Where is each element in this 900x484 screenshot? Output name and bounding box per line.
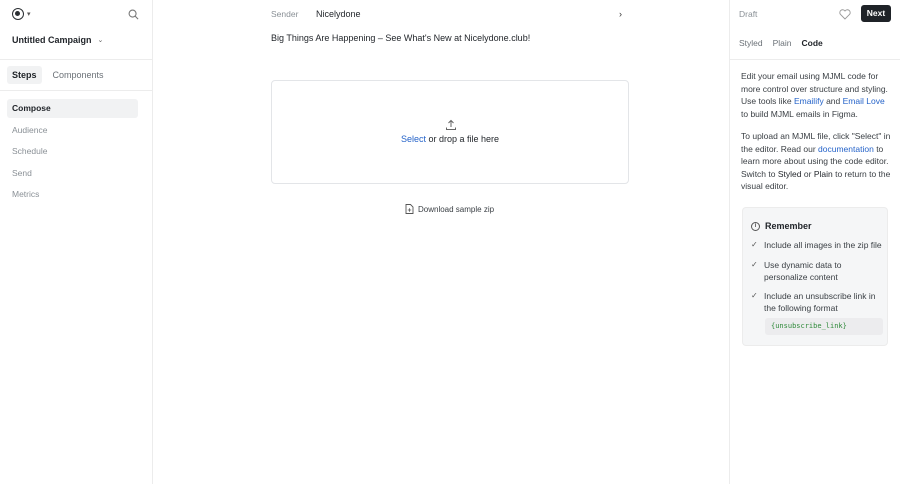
remember-box: i Remember ✓ Include all images in the z… bbox=[742, 207, 888, 346]
workspace-logo-icon bbox=[12, 8, 24, 20]
divider bbox=[0, 59, 152, 60]
sidebar-tabs: Steps Components bbox=[7, 66, 109, 84]
document-icon bbox=[405, 204, 414, 214]
campaign-title[interactable]: Untitled Campaign ⌄ bbox=[12, 35, 103, 45]
step-compose[interactable]: Compose bbox=[7, 99, 138, 118]
next-button[interactable]: Next bbox=[861, 5, 891, 22]
sender-label: Sender bbox=[271, 9, 299, 19]
steps-list: Compose Audience Schedule Send Metrics bbox=[7, 99, 138, 207]
intro-text-part: and bbox=[826, 96, 841, 107]
tab-styled[interactable]: Styled bbox=[739, 38, 763, 48]
left-sidebar: ▾ Untitled Campaign ⌄ Steps Components C… bbox=[0, 0, 153, 484]
workspace-switcher[interactable]: ▾ bbox=[12, 8, 31, 20]
file-dropzone[interactable]: Select or drop a file here bbox=[271, 80, 629, 184]
divider bbox=[730, 59, 900, 60]
divider bbox=[0, 90, 152, 91]
styled-link[interactable]: Styled bbox=[778, 169, 802, 179]
plain-link[interactable]: Plain bbox=[814, 169, 833, 179]
step-audience[interactable]: Audience bbox=[7, 121, 138, 140]
dropzone-label: or drop a file here bbox=[428, 134, 500, 144]
tab-plain[interactable]: Plain bbox=[773, 38, 792, 48]
tab-steps[interactable]: Steps bbox=[7, 66, 42, 84]
search-icon[interactable] bbox=[128, 9, 139, 20]
list-item-text: Include an unsubscribe link in the follo… bbox=[764, 291, 876, 313]
info-icon: i bbox=[751, 221, 760, 231]
intro-text-part: to build MJML emails in Figma. bbox=[741, 108, 858, 119]
campaign-name: Untitled Campaign bbox=[12, 35, 92, 45]
emailify-link[interactable]: Emailify bbox=[794, 96, 824, 106]
remember-title: Remember bbox=[765, 221, 812, 231]
remember-header: i Remember bbox=[751, 221, 812, 231]
list-item: ✓ Include an unsubscribe link in the fol… bbox=[751, 290, 885, 314]
upload-help-text: To upload an MJML file, click "Select" i… bbox=[741, 130, 891, 193]
unsubscribe-code-snippet: {unsubscribe_link} bbox=[765, 318, 883, 335]
editor-area: Sender Nicelydone › Big Things Are Happe… bbox=[153, 0, 729, 484]
chevron-right-icon[interactable]: › bbox=[619, 9, 622, 19]
dropzone-text: Select or drop a file here bbox=[272, 134, 628, 144]
documentation-link[interactable]: documentation bbox=[818, 144, 874, 154]
sender-field[interactable]: Nicelydone bbox=[316, 9, 361, 19]
subject-field[interactable]: Big Things Are Happening – See What's Ne… bbox=[271, 33, 530, 43]
tab-components[interactable]: Components bbox=[48, 66, 109, 84]
download-sample-zip-link[interactable]: Download sample zip bbox=[405, 204, 494, 214]
list-item: ✓ Include all images in the zip file bbox=[751, 239, 885, 251]
editor-mode-tabs: Styled Plain Code bbox=[739, 38, 823, 48]
intro-text: Edit your email using MJML code for more… bbox=[741, 70, 891, 120]
help-text-part: or bbox=[803, 168, 812, 179]
check-icon: ✓ bbox=[751, 260, 758, 269]
download-label: Download sample zip bbox=[418, 204, 495, 214]
chevron-down-icon: ⌄ bbox=[97, 37, 104, 44]
email-love-link[interactable]: Email Love bbox=[843, 96, 885, 106]
list-item-text: Include all images in the zip file bbox=[764, 240, 882, 250]
status-badge: Draft bbox=[739, 9, 758, 19]
select-file-link[interactable]: Select bbox=[401, 134, 426, 144]
upload-icon bbox=[446, 119, 456, 130]
step-send[interactable]: Send bbox=[7, 164, 138, 183]
heart-icon[interactable] bbox=[839, 9, 851, 20]
check-icon: ✓ bbox=[751, 291, 758, 300]
right-panel: Draft Next Styled Plain Code Edit your e… bbox=[729, 0, 900, 484]
step-schedule[interactable]: Schedule bbox=[7, 142, 138, 161]
list-item: ✓ Use dynamic data to personalize conten… bbox=[751, 259, 885, 283]
step-metrics[interactable]: Metrics bbox=[7, 185, 138, 204]
check-icon: ✓ bbox=[751, 240, 758, 249]
list-item-text: Use dynamic data to personalize content bbox=[764, 260, 842, 282]
tab-code[interactable]: Code bbox=[802, 38, 823, 48]
chevron-down-icon: ▾ bbox=[27, 11, 31, 18]
